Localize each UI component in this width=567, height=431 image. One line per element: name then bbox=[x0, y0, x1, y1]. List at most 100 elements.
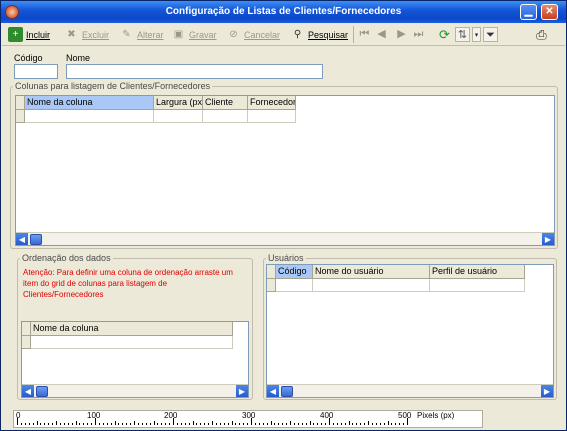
grid-cell[interactable] bbox=[276, 279, 313, 292]
scroll-left-icon[interactable]: ◀ bbox=[267, 385, 279, 397]
column-header-nome-usuario[interactable]: Nome do usuário bbox=[313, 265, 430, 279]
usuarios-grid[interactable]: Código Nome do usuário Perfil de usuário… bbox=[266, 264, 554, 398]
scroll-left-icon[interactable]: ◀ bbox=[22, 385, 34, 397]
ruler-tick bbox=[251, 418, 252, 425]
refresh-icon[interactable]: ⟳ bbox=[438, 27, 451, 42]
excluir-button[interactable]: ✖ Excluir bbox=[64, 26, 109, 43]
ruler-tick bbox=[356, 423, 358, 425]
ruler-tick bbox=[364, 423, 366, 425]
filter-icon[interactable]: ⏷ bbox=[483, 27, 498, 42]
ruler-tick bbox=[301, 423, 303, 425]
ruler-tick bbox=[40, 423, 42, 425]
sort-icon[interactable]: ⇅ bbox=[455, 27, 470, 42]
add-icon: + bbox=[8, 27, 23, 42]
column-header-nome-ordenacao[interactable]: Nome da coluna bbox=[31, 322, 233, 336]
grid-cell[interactable] bbox=[25, 110, 154, 123]
ruler-tick bbox=[282, 423, 284, 425]
scroll-right-icon[interactable]: ▶ bbox=[541, 385, 553, 397]
ruler-tick bbox=[52, 423, 54, 425]
close-button[interactable]: ✕ bbox=[541, 4, 558, 20]
ruler-tick bbox=[368, 421, 369, 425]
edit-icon: ✎ bbox=[122, 29, 131, 40]
ruler-tick bbox=[340, 423, 342, 425]
row-indicator-header bbox=[267, 265, 276, 279]
ruler-tick bbox=[87, 423, 89, 425]
scroll-thumb[interactable] bbox=[30, 234, 42, 245]
alterar-label: Alterar bbox=[137, 29, 164, 40]
ruler-tick bbox=[149, 423, 151, 425]
print-icon[interactable]: ⎙ bbox=[533, 27, 550, 42]
grid-cell[interactable] bbox=[154, 110, 203, 123]
column-header-nome[interactable]: Nome da coluna bbox=[25, 96, 154, 110]
window-title: Configuração de Listas de Clientes/Forne… bbox=[165, 6, 402, 17]
nome-field[interactable] bbox=[66, 64, 323, 79]
ruler-tick bbox=[360, 423, 362, 425]
row-indicator bbox=[267, 279, 276, 292]
column-header-fornecedor[interactable]: Fornecedor bbox=[248, 96, 296, 110]
ruler-tick bbox=[379, 423, 381, 425]
ruler-tick bbox=[219, 423, 221, 425]
ruler-tick bbox=[395, 423, 397, 425]
row-indicator-header bbox=[16, 96, 25, 110]
prev-icon[interactable]: ◀ bbox=[375, 27, 388, 42]
usuarios-scrollbar[interactable]: ◀ ▶ bbox=[267, 384, 553, 397]
scroll-right-icon[interactable]: ▶ bbox=[542, 233, 554, 245]
scroll-left-icon[interactable]: ◀ bbox=[16, 233, 28, 245]
dropdown-icon[interactable]: ▾ bbox=[472, 27, 481, 42]
ruler-tick bbox=[293, 423, 295, 425]
codigo-field[interactable] bbox=[14, 64, 58, 79]
alterar-button[interactable]: ✎ Alterar bbox=[119, 26, 164, 43]
pesquisar-button[interactable]: ⚲ Pesquisar bbox=[290, 26, 348, 43]
next-icon[interactable]: ▶ bbox=[395, 27, 408, 42]
gravar-label: Gravar bbox=[189, 29, 217, 40]
column-header-perfil[interactable]: Perfil de usuário bbox=[430, 265, 525, 279]
ruler-tick bbox=[106, 423, 108, 425]
grid-cell[interactable] bbox=[430, 279, 525, 292]
ruler-tick bbox=[239, 423, 241, 425]
scroll-thumb[interactable] bbox=[281, 386, 293, 397]
ruler-tick bbox=[180, 423, 182, 425]
colunas-grid[interactable]: Nome da coluna Largura (px) Cliente Forn… bbox=[15, 95, 555, 246]
usuarios-legend: Usuários bbox=[268, 253, 304, 263]
ruler-tick bbox=[157, 423, 159, 425]
first-icon[interactable]: ⏮ bbox=[358, 27, 371, 42]
incluir-label: Incluir bbox=[26, 29, 51, 40]
column-header-codigo[interactable]: Código bbox=[276, 265, 313, 279]
incluir-button[interactable]: + Incluir bbox=[8, 26, 50, 43]
ruler-tick bbox=[352, 423, 354, 425]
ruler-tick bbox=[258, 423, 260, 425]
ruler-tick bbox=[165, 423, 167, 425]
ruler-label: 400 bbox=[320, 411, 334, 420]
grid-cell[interactable] bbox=[31, 336, 233, 349]
ordenacao-scrollbar[interactable]: ◀ ▶ bbox=[22, 384, 248, 397]
ruler-tick bbox=[235, 423, 237, 425]
ruler-tick bbox=[169, 423, 171, 425]
ruler-tick bbox=[371, 423, 373, 425]
gravar-button[interactable]: ▣ Gravar bbox=[171, 26, 217, 43]
ruler-tick bbox=[145, 423, 147, 425]
nome-label: Nome bbox=[66, 53, 91, 63]
ruler-tick bbox=[141, 423, 143, 425]
ruler-tick bbox=[336, 423, 338, 425]
scroll-right-icon[interactable]: ▶ bbox=[236, 385, 248, 397]
ruler-tick bbox=[36, 421, 38, 425]
ruler-unit: Pixels (px) bbox=[417, 411, 455, 420]
column-header-cliente[interactable]: Cliente bbox=[203, 96, 248, 110]
minimize-button[interactable]: ▁ bbox=[520, 4, 537, 20]
cancelar-button[interactable]: ⊘ Cancelar bbox=[226, 26, 280, 43]
ruler-tick bbox=[176, 423, 178, 425]
cancelar-label: Cancelar bbox=[244, 29, 281, 40]
ordenacao-grid[interactable]: Nome da coluna ◀ ▶ bbox=[21, 321, 249, 398]
ruler-tick bbox=[28, 423, 30, 425]
grid-cell[interactable] bbox=[248, 110, 296, 123]
title-bar[interactable]: Configuração de Listas de Clientes/Forne… bbox=[1, 1, 566, 23]
colunas-scrollbar[interactable]: ◀ ▶ bbox=[16, 232, 554, 245]
column-header-largura[interactable]: Largura (px) bbox=[154, 96, 203, 110]
last-icon[interactable]: ⏭ bbox=[412, 27, 425, 42]
search-icon: ⚲ bbox=[293, 29, 302, 40]
grid-cell[interactable] bbox=[313, 279, 430, 292]
ruler-tick bbox=[75, 421, 77, 425]
scroll-thumb[interactable] bbox=[36, 386, 48, 397]
grid-cell[interactable] bbox=[203, 110, 248, 123]
ruler-tick bbox=[266, 423, 268, 425]
